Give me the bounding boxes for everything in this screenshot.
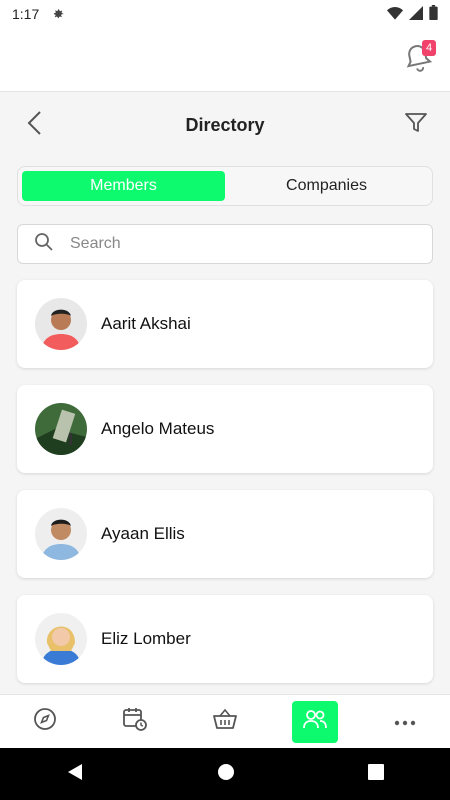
member-name: Angelo Mateus	[101, 419, 215, 438]
search-input[interactable]	[70, 235, 370, 253]
status-bar: 1:17	[0, 0, 450, 28]
gear-icon	[51, 7, 65, 21]
tab-members[interactable]: Members	[22, 171, 225, 201]
avatar	[35, 508, 87, 560]
app-top-bar: 4	[0, 28, 450, 92]
search-box	[17, 224, 433, 264]
back-button[interactable]	[22, 110, 46, 141]
basket-icon	[212, 707, 238, 736]
avatar	[35, 403, 87, 455]
notification-bell-icon	[404, 45, 433, 80]
wifi-icon	[387, 6, 403, 23]
nav-more[interactable]	[382, 701, 428, 743]
cell-signal-icon	[409, 5, 423, 23]
page-title: Directory	[185, 114, 265, 135]
bottom-nav	[0, 694, 450, 748]
recents-square-icon[interactable]	[367, 763, 384, 785]
nav-directory[interactable]	[292, 700, 338, 743]
member-name: Eliz Lomber	[101, 629, 191, 648]
avatar	[35, 298, 87, 350]
notification-button[interactable]: 4	[404, 40, 436, 76]
search-icon	[34, 232, 54, 257]
member-name: Aarit Akshai	[101, 314, 191, 333]
chevron-left-icon	[26, 110, 42, 141]
status-time: 1:17	[12, 6, 40, 22]
system-nav-bar	[0, 748, 450, 800]
member-card[interactable]: Aarit Akshai	[17, 280, 433, 368]
member-card[interactable]: Angelo Mateus	[17, 385, 433, 473]
member-card[interactable]: Eliz Lomber	[17, 595, 433, 683]
calendar-clock-icon	[122, 706, 148, 737]
battery-icon	[429, 5, 438, 23]
filter-button[interactable]	[402, 111, 430, 139]
page-header: Directory	[0, 93, 450, 157]
filter-icon	[404, 111, 428, 140]
more-icon	[394, 713, 416, 731]
member-name: Ayaan Ellis	[101, 524, 185, 543]
people-icon	[302, 708, 328, 735]
directory-tabs: Members Companies	[17, 166, 433, 206]
notification-count-badge: 4	[422, 40, 436, 56]
nav-events[interactable]	[112, 701, 158, 743]
nav-shop[interactable]	[202, 701, 248, 743]
back-triangle-icon[interactable]	[66, 763, 84, 786]
compass-icon	[33, 707, 57, 736]
avatar	[35, 613, 87, 665]
member-card[interactable]: Ayaan Ellis	[17, 490, 433, 578]
home-circle-icon[interactable]	[217, 763, 235, 786]
nav-explore[interactable]	[22, 701, 68, 743]
tab-companies[interactable]: Companies	[225, 171, 428, 201]
